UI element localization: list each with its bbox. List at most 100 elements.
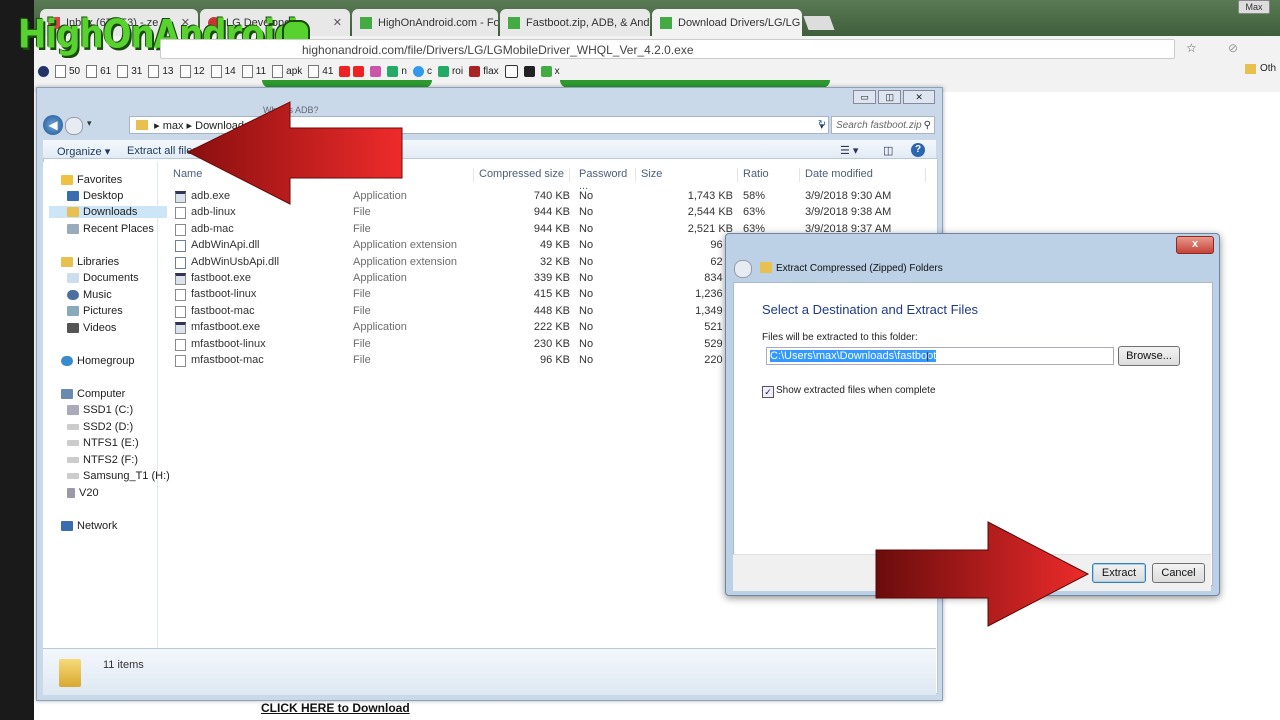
cell-password: No <box>579 354 594 366</box>
show-files-label: Show extracted files when complete <box>776 385 936 396</box>
tab-highonandroid[interactable]: HighOnAndroid.com - Fo✕ <box>352 9 498 36</box>
pictures-icon <box>67 306 79 316</box>
close-icon[interactable]: ✕ <box>800 16 802 29</box>
cell-compressed: 230 KB <box>533 337 570 350</box>
maximize-icon[interactable]: ◫ <box>878 90 902 104</box>
bookmark-item[interactable] <box>38 65 49 77</box>
nav-documents[interactable]: Documents <box>67 272 139 284</box>
refresh-icon[interactable]: ↻ <box>815 116 829 134</box>
nav-favorites[interactable]: Favorites <box>61 174 122 186</box>
nav-drive-f[interactable]: NTFS2 (F:) <box>67 454 138 466</box>
view-options-icon[interactable]: ☰ ▾ <box>840 144 858 157</box>
forward-icon[interactable] <box>65 117 83 135</box>
extract-button[interactable]: Extract <box>1092 563 1146 583</box>
nav-videos[interactable]: Videos <box>67 322 116 334</box>
amazon-bookmark[interactable] <box>504 64 518 78</box>
address-bar[interactable]: highonandroid.com/file/Drivers/LG/LGMobi… <box>160 39 1175 59</box>
nav-homegroup[interactable]: Homegroup <box>61 355 134 367</box>
cell-size: 2,544 KB <box>687 206 733 219</box>
extension-icon[interactable]: ⊘ <box>1228 41 1238 55</box>
file-icon <box>175 338 186 351</box>
dialog-title: Extract Compressed (Zipped) Folders <box>776 263 943 274</box>
cell-password: No <box>579 321 594 334</box>
bookmark-item[interactable]: flax <box>469 65 499 77</box>
bookmark-item[interactable]: apk <box>272 64 302 78</box>
help-icon[interactable]: ? <box>911 143 925 157</box>
nav-downloads[interactable]: Downloads <box>49 206 167 218</box>
nav-music[interactable]: Music <box>67 289 112 301</box>
bookmark-item[interactable]: 61 <box>86 64 111 78</box>
nav-drive-h[interactable]: Samsung_T1 (H:) <box>67 470 170 482</box>
new-tab-button[interactable] <box>803 16 835 30</box>
browse-button[interactable]: Browse... <box>1118 346 1180 366</box>
bookmark-item[interactable]: 31 <box>117 64 142 78</box>
music-icon <box>67 290 79 300</box>
cell-compressed: 32 KB <box>540 255 570 268</box>
bookmark-item[interactable]: 11 <box>241 64 266 78</box>
dialog-heading: Select a Destination and Extract Files <box>762 302 979 317</box>
search-input[interactable]: Search fastboot.zip ⚲ <box>831 116 935 134</box>
column-password[interactable]: Password ... <box>579 168 636 192</box>
bookmark-item[interactable]: 13 <box>148 64 174 78</box>
nav-network[interactable]: Network <box>61 520 117 532</box>
slack-bookmark[interactable] <box>370 65 382 77</box>
bookmark-item[interactable]: c <box>412 65 432 77</box>
cell-compressed: 944 KB <box>533 206 570 219</box>
destination-path-input[interactable]: C:\Users\max\Downloads\fastboot <box>766 347 1114 365</box>
dialog-close-button[interactable]: x <box>1176 236 1214 254</box>
nav-desktop[interactable]: Desktop <box>67 190 123 202</box>
show-files-checkbox[interactable]: ✓ <box>762 386 774 398</box>
column-date-modified[interactable]: Date modified <box>805 168 926 182</box>
cell-compressed: 415 KB <box>533 288 570 301</box>
back-icon[interactable]: ◀ <box>43 115 63 135</box>
cell-compressed: 339 KB <box>533 272 570 284</box>
tab-download-drivers[interactable]: Download Drivers/LG/LG✕ <box>652 9 802 36</box>
bookmark-item[interactable] <box>523 65 535 77</box>
minimize-icon[interactable]: ▭ <box>853 90 877 104</box>
cancel-button[interactable]: Cancel <box>1152 563 1205 583</box>
youtube-bookmark[interactable] <box>339 65 365 77</box>
nav-computer[interactable]: Computer <box>61 388 125 400</box>
back-icon[interactable] <box>734 260 752 278</box>
window-control-button[interactable]: Max <box>1238 0 1270 14</box>
column-size[interactable]: Size <box>641 168 738 182</box>
bookmark-item[interactable]: 14 <box>210 64 236 78</box>
organize-button[interactable]: Organize ▾ <box>57 145 110 158</box>
tab-fastboot[interactable]: Fastboot.zip, ADB, & And✕ <box>500 9 650 36</box>
nav-drive-d[interactable]: SSD2 (D:) <box>67 421 133 433</box>
cell-date: 3/9/2018 9:38 AM <box>805 206 892 219</box>
nav-recent-places[interactable]: Recent Places <box>67 223 154 235</box>
application-icon <box>175 191 186 203</box>
preview-pane-icon[interactable]: ◫ <box>883 144 893 157</box>
nav-device-v20[interactable]: V20 <box>67 487 99 499</box>
cell-date: 3/9/2018 9:30 AM <box>805 190 892 202</box>
drive-icon <box>67 473 79 479</box>
sheets-bookmark[interactable]: n <box>387 65 407 77</box>
other-bookmarks[interactable]: Oth <box>1245 63 1276 74</box>
android-bookmark[interactable]: x <box>540 65 560 77</box>
nav-pictures[interactable]: Pictures <box>67 305 123 317</box>
download-link[interactable]: CLICK HERE to Download <box>261 701 410 715</box>
column-ratio[interactable]: Ratio <box>743 168 800 182</box>
recent-places-icon <box>67 224 79 234</box>
sheets-bookmark[interactable]: roi <box>437 65 463 77</box>
nav-drive-e[interactable]: NTFS1 (E:) <box>67 437 139 449</box>
breadcrumb-item[interactable]: max <box>163 120 184 132</box>
bookmark-item[interactable]: 12 <box>179 64 205 78</box>
navigation-pane: Favorites Desktop Downloads Recent Place… <box>43 162 170 650</box>
close-icon[interactable]: ✕ <box>903 90 935 104</box>
bookmark-item[interactable]: 41 <box>308 64 333 78</box>
bookmark-star-icon[interactable]: ☆ <box>1186 41 1197 55</box>
item-count: 11 items <box>103 659 144 671</box>
cell-password: No <box>579 255 594 268</box>
nav-libraries[interactable]: Libraries <box>61 256 119 268</box>
file-icon <box>175 207 186 220</box>
nav-drive-c[interactable]: SSD1 (C:) <box>67 404 133 416</box>
cell-name: fastboot-linux <box>191 288 257 301</box>
file-icon <box>175 305 186 318</box>
close-icon[interactable]: ✕ <box>329 16 342 29</box>
column-compressed-size[interactable]: Compressed size <box>479 168 570 182</box>
recent-dropdown-icon[interactable]: ▾ <box>87 118 92 129</box>
bookmark-item[interactable]: 50 <box>55 64 80 78</box>
cell-ratio: 63% <box>743 206 766 219</box>
